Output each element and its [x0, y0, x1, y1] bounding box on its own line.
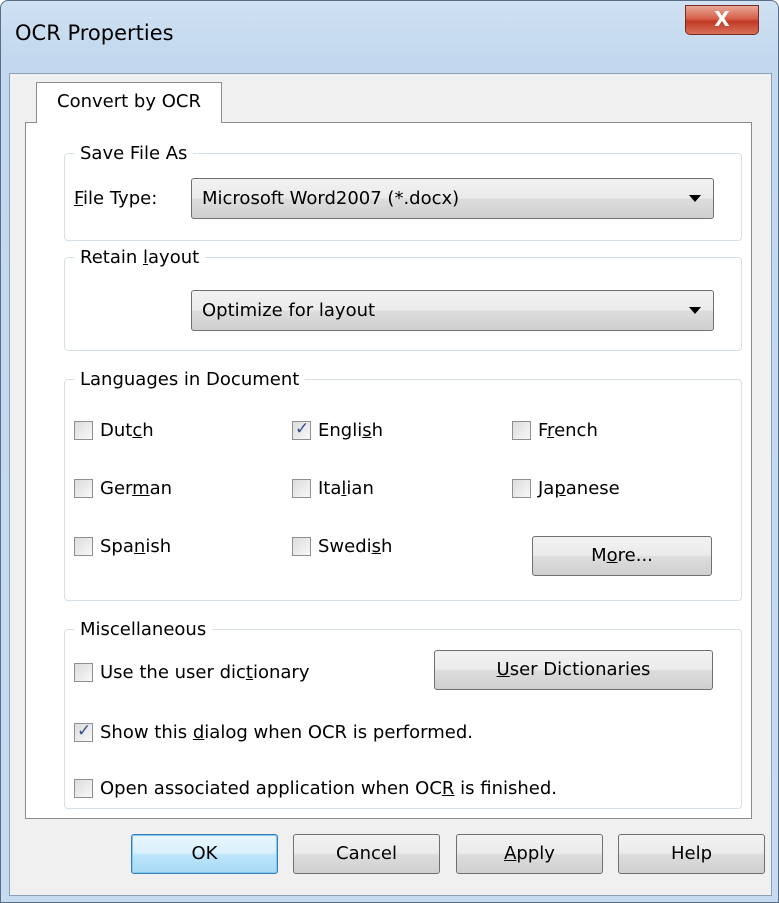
help-button[interactable]: Help	[618, 834, 765, 874]
language-checkbox-japanese[interactable]: Japanese	[512, 478, 620, 499]
show-dialog-label: Show this dialog when OCR is performed.	[100, 722, 473, 743]
checkbox-box[interactable]: ✓	[74, 721, 93, 742]
retain-layout-group: Retain layout Optimize for layout	[64, 247, 742, 351]
language-checkbox-swedish[interactable]: Swedish	[292, 536, 392, 557]
language-label: Italian	[318, 478, 374, 499]
tab-convert-by-ocr[interactable]: Convert by OCR	[36, 82, 222, 123]
checkbox-box[interactable]	[292, 479, 311, 498]
chevron-down-icon	[689, 307, 701, 314]
miscellaneous-legend: Miscellaneous	[80, 619, 207, 640]
language-checkbox-italian[interactable]: Italian	[292, 478, 374, 499]
tab-label: Convert by OCR	[57, 91, 201, 112]
checkbox-box[interactable]	[74, 421, 93, 440]
miscellaneous-group: Miscellaneous Use the user dictionary Us…	[64, 619, 742, 809]
layout-dropdown[interactable]: Optimize for layout	[191, 290, 714, 331]
window-title: OCR Properties	[15, 21, 174, 45]
language-label: Swedish	[318, 536, 393, 557]
language-label: Dutch	[100, 420, 154, 441]
open-associated-app-label: Open associated application when OCR is …	[100, 778, 557, 799]
checkbox-box[interactable]	[292, 537, 311, 556]
language-checkbox-spanish[interactable]: Spanish	[74, 536, 171, 557]
chevron-down-icon	[689, 195, 701, 202]
checkbox-box[interactable]: ✓	[292, 419, 311, 440]
retain-layout-legend: Retain layout	[80, 247, 200, 268]
file-type-label: File Type:	[74, 188, 158, 209]
language-label: French	[538, 420, 598, 441]
checkbox-box[interactable]	[74, 479, 93, 498]
save-file-as-group: Save File As File Type: Microsoft Word20…	[64, 143, 742, 241]
show-dialog-checkbox[interactable]: ✓ Show this dialog when OCR is performed…	[74, 721, 473, 743]
more-languages-button[interactable]: More...	[532, 536, 712, 576]
language-checkbox-german[interactable]: German	[74, 478, 172, 499]
languages-group: Languages in Document Dutch ✓ English Fr…	[64, 369, 742, 601]
checkbox-box[interactable]	[74, 779, 93, 798]
close-icon: X	[714, 7, 730, 31]
language-checkbox-dutch[interactable]: Dutch	[74, 420, 154, 441]
title-bar: OCR Properties X	[1, 1, 778, 73]
layout-value: Optimize for layout	[202, 300, 376, 321]
use-user-dictionary-checkbox[interactable]: Use the user dictionary	[74, 662, 310, 683]
language-checkbox-french[interactable]: French	[512, 420, 598, 441]
ok-button[interactable]: OK	[131, 834, 278, 874]
language-label: Spanish	[100, 536, 172, 557]
apply-button[interactable]: Apply	[456, 834, 603, 874]
checkbox-box[interactable]	[74, 537, 93, 556]
use-user-dictionary-label: Use the user dictionary	[100, 662, 310, 683]
file-type-dropdown[interactable]: Microsoft Word2007 (*.docx)	[191, 178, 714, 219]
user-dictionaries-button[interactable]: User Dictionaries	[434, 650, 713, 690]
languages-legend: Languages in Document	[80, 369, 300, 390]
checkmark-icon: ✓	[295, 419, 310, 439]
language-label: German	[100, 478, 173, 499]
file-type-value: Microsoft Word2007 (*.docx)	[202, 188, 460, 209]
convert-by-ocr-panel: Save File As File Type: Microsoft Word20…	[25, 122, 752, 819]
cancel-button[interactable]: Cancel	[293, 834, 440, 874]
checkbox-box[interactable]	[512, 479, 531, 498]
checkbox-box[interactable]	[512, 421, 531, 440]
language-label: Japanese	[538, 478, 620, 499]
checkmark-icon: ✓	[77, 721, 92, 741]
checkbox-box[interactable]	[74, 663, 93, 682]
language-checkbox-english[interactable]: ✓ English	[292, 419, 384, 441]
close-button[interactable]: X	[685, 5, 759, 35]
open-associated-app-checkbox[interactable]: Open associated application when OCR is …	[74, 778, 557, 799]
language-label: English	[318, 420, 384, 441]
save-file-as-legend: Save File As	[80, 143, 188, 164]
